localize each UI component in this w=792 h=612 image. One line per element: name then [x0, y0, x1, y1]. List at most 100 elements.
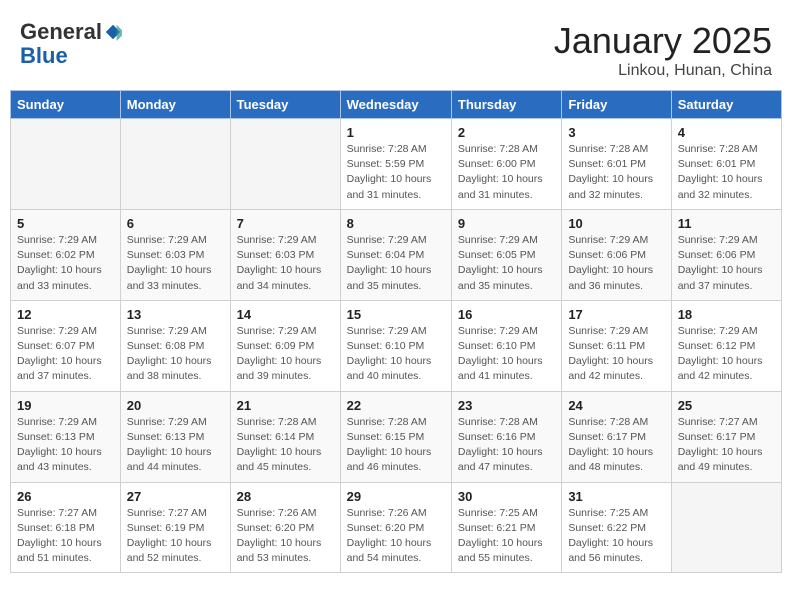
day-info: Sunrise: 7:28 AM Sunset: 6:14 PM Dayligh…: [237, 415, 334, 476]
day-cell: 16 Sunrise: 7:29 AM Sunset: 6:10 PM Dayli…: [451, 300, 561, 391]
day-cell: 29 Sunrise: 7:26 AM Sunset: 6:20 PM Dayli…: [340, 482, 451, 573]
day-number: 12: [17, 307, 114, 322]
calendar-subtitle: Linkou, Hunan, China: [554, 62, 772, 80]
day-info: Sunrise: 7:28 AM Sunset: 6:01 PM Dayligh…: [678, 142, 775, 203]
day-info: Sunrise: 7:29 AM Sunset: 6:07 PM Dayligh…: [17, 324, 114, 385]
calendar-header-row: SundayMondayTuesdayWednesdayThursdayFrid…: [11, 91, 782, 119]
logo-icon: [104, 23, 122, 41]
week-row-3: 12 Sunrise: 7:29 AM Sunset: 6:07 PM Dayli…: [11, 300, 782, 391]
day-number: 23: [458, 398, 555, 413]
day-number: 8: [347, 216, 445, 231]
day-number: 17: [568, 307, 664, 322]
day-number: 15: [347, 307, 445, 322]
logo-general: General: [20, 20, 102, 44]
day-cell: 6 Sunrise: 7:29 AM Sunset: 6:03 PM Daylig…: [120, 209, 230, 300]
day-cell: 3Sunrise: 7:28 AM Sunset: 6:01 PM Daylig…: [562, 119, 671, 210]
day-number: 11: [678, 216, 775, 231]
day-info: Sunrise: 7:29 AM Sunset: 6:04 PM Dayligh…: [347, 233, 445, 294]
day-cell: 22Sunrise: 7:28 AM Sunset: 6:15 PM Dayli…: [340, 391, 451, 482]
day-cell: 17 Sunrise: 7:29 AM Sunset: 6:11 PM Dayli…: [562, 300, 671, 391]
day-cell: 18Sunrise: 7:29 AM Sunset: 6:12 PM Dayli…: [671, 300, 781, 391]
day-info: Sunrise: 7:29 AM Sunset: 6:03 PM Dayligh…: [127, 233, 224, 294]
header-thursday: Thursday: [451, 91, 561, 119]
week-row-2: 5 Sunrise: 7:29 AM Sunset: 6:02 PM Daylig…: [11, 209, 782, 300]
page-header: General Blue January 2025 Linkou, Hunan,…: [10, 10, 782, 85]
day-cell: 15 Sunrise: 7:29 AM Sunset: 6:10 PM Dayli…: [340, 300, 451, 391]
day-number: 6: [127, 216, 224, 231]
day-cell: [671, 482, 781, 573]
day-info: Sunrise: 7:29 AM Sunset: 6:08 PM Dayligh…: [127, 324, 224, 385]
day-number: 24: [568, 398, 664, 413]
day-cell: 13Sunrise: 7:29 AM Sunset: 6:08 PM Dayli…: [120, 300, 230, 391]
day-number: 1: [347, 125, 445, 140]
day-cell: 19 Sunrise: 7:29 AM Sunset: 6:13 PM Dayli…: [11, 391, 121, 482]
day-number: 20: [127, 398, 224, 413]
week-row-1: 1Sunrise: 7:28 AM Sunset: 5:59 PM Daylig…: [11, 119, 782, 210]
day-info: Sunrise: 7:29 AM Sunset: 6:02 PM Dayligh…: [17, 233, 114, 294]
day-number: 19: [17, 398, 114, 413]
day-info: Sunrise: 7:28 AM Sunset: 6:00 PM Dayligh…: [458, 142, 555, 203]
day-cell: 24 Sunrise: 7:28 AM Sunset: 6:17 PM Dayli…: [562, 391, 671, 482]
day-info: Sunrise: 7:25 AM Sunset: 6:21 PM Dayligh…: [458, 506, 555, 567]
day-cell: 7 Sunrise: 7:29 AM Sunset: 6:03 PM Daylig…: [230, 209, 340, 300]
week-row-4: 19 Sunrise: 7:29 AM Sunset: 6:13 PM Dayli…: [11, 391, 782, 482]
day-number: 7: [237, 216, 334, 231]
calendar-table: SundayMondayTuesdayWednesdayThursdayFrid…: [10, 90, 782, 573]
day-cell: 31 Sunrise: 7:25 AM Sunset: 6:22 PM Dayli…: [562, 482, 671, 573]
day-cell: 10 Sunrise: 7:29 AM Sunset: 6:06 PM Dayli…: [562, 209, 671, 300]
day-number: 16: [458, 307, 555, 322]
day-cell: 1Sunrise: 7:28 AM Sunset: 5:59 PM Daylig…: [340, 119, 451, 210]
day-info: Sunrise: 7:27 AM Sunset: 6:18 PM Dayligh…: [17, 506, 114, 567]
day-cell: 23 Sunrise: 7:28 AM Sunset: 6:16 PM Dayli…: [451, 391, 561, 482]
logo-blue: Blue: [20, 43, 68, 68]
day-cell: 14Sunrise: 7:29 AM Sunset: 6:09 PM Dayli…: [230, 300, 340, 391]
day-cell: 9Sunrise: 7:29 AM Sunset: 6:05 PM Daylig…: [451, 209, 561, 300]
day-cell: 11 Sunrise: 7:29 AM Sunset: 6:06 PM Dayli…: [671, 209, 781, 300]
day-info: Sunrise: 7:25 AM Sunset: 6:22 PM Dayligh…: [568, 506, 664, 567]
day-cell: 21 Sunrise: 7:28 AM Sunset: 6:14 PM Dayli…: [230, 391, 340, 482]
day-number: 10: [568, 216, 664, 231]
header-tuesday: Tuesday: [230, 91, 340, 119]
day-cell: 27 Sunrise: 7:27 AM Sunset: 6:19 PM Dayli…: [120, 482, 230, 573]
day-cell: 2 Sunrise: 7:28 AM Sunset: 6:00 PM Daylig…: [451, 119, 561, 210]
day-info: Sunrise: 7:27 AM Sunset: 6:17 PM Dayligh…: [678, 415, 775, 476]
day-cell: 12 Sunrise: 7:29 AM Sunset: 6:07 PM Dayli…: [11, 300, 121, 391]
day-number: 27: [127, 489, 224, 504]
logo: General Blue: [20, 20, 122, 68]
day-cell: 4Sunrise: 7:28 AM Sunset: 6:01 PM Daylig…: [671, 119, 781, 210]
day-cell: [120, 119, 230, 210]
day-info: Sunrise: 7:27 AM Sunset: 6:19 PM Dayligh…: [127, 506, 224, 567]
calendar-title: January 2025: [554, 20, 772, 62]
day-info: Sunrise: 7:29 AM Sunset: 6:12 PM Dayligh…: [678, 324, 775, 385]
day-info: Sunrise: 7:29 AM Sunset: 6:03 PM Dayligh…: [237, 233, 334, 294]
day-number: 28: [237, 489, 334, 504]
day-info: Sunrise: 7:26 AM Sunset: 6:20 PM Dayligh…: [347, 506, 445, 567]
day-info: Sunrise: 7:29 AM Sunset: 6:10 PM Dayligh…: [347, 324, 445, 385]
day-cell: 8 Sunrise: 7:29 AM Sunset: 6:04 PM Daylig…: [340, 209, 451, 300]
day-info: Sunrise: 7:29 AM Sunset: 6:13 PM Dayligh…: [17, 415, 114, 476]
day-number: 25: [678, 398, 775, 413]
day-info: Sunrise: 7:29 AM Sunset: 6:06 PM Dayligh…: [568, 233, 664, 294]
day-cell: 25 Sunrise: 7:27 AM Sunset: 6:17 PM Dayli…: [671, 391, 781, 482]
header-sunday: Sunday: [11, 91, 121, 119]
day-number: 2: [458, 125, 555, 140]
day-number: 14: [237, 307, 334, 322]
day-cell: 20Sunrise: 7:29 AM Sunset: 6:13 PM Dayli…: [120, 391, 230, 482]
day-info: Sunrise: 7:28 AM Sunset: 6:17 PM Dayligh…: [568, 415, 664, 476]
day-info: Sunrise: 7:29 AM Sunset: 6:06 PM Dayligh…: [678, 233, 775, 294]
header-saturday: Saturday: [671, 91, 781, 119]
day-number: 9: [458, 216, 555, 231]
day-cell: 28Sunrise: 7:26 AM Sunset: 6:20 PM Dayli…: [230, 482, 340, 573]
day-number: 22: [347, 398, 445, 413]
day-number: 5: [17, 216, 114, 231]
week-row-5: 26 Sunrise: 7:27 AM Sunset: 6:18 PM Dayli…: [11, 482, 782, 573]
day-info: Sunrise: 7:29 AM Sunset: 6:11 PM Dayligh…: [568, 324, 664, 385]
day-number: 21: [237, 398, 334, 413]
day-number: 31: [568, 489, 664, 504]
day-number: 26: [17, 489, 114, 504]
day-info: Sunrise: 7:28 AM Sunset: 6:01 PM Dayligh…: [568, 142, 664, 203]
header-wednesday: Wednesday: [340, 91, 451, 119]
day-number: 29: [347, 489, 445, 504]
day-info: Sunrise: 7:29 AM Sunset: 6:10 PM Dayligh…: [458, 324, 555, 385]
day-info: Sunrise: 7:28 AM Sunset: 6:16 PM Dayligh…: [458, 415, 555, 476]
